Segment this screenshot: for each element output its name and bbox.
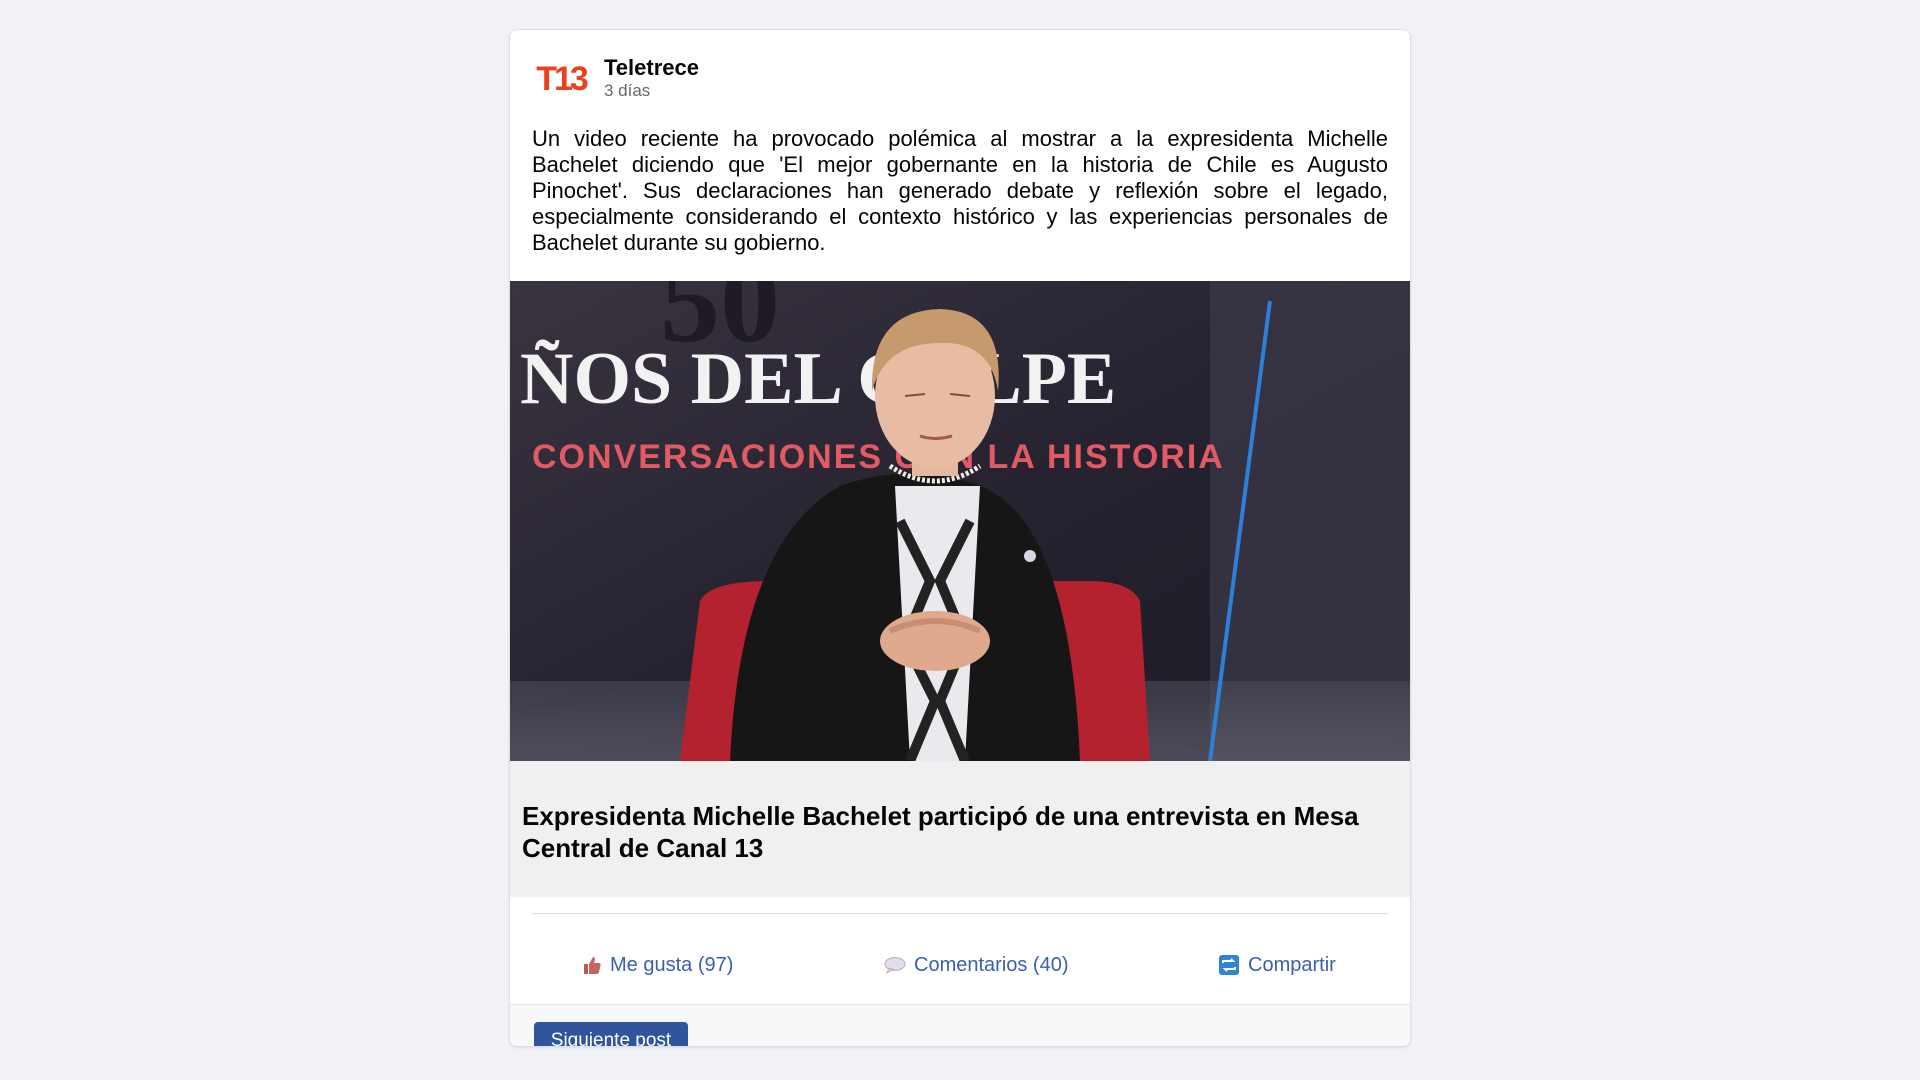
post-header: T13 Teletrece 3 días (532, 48, 699, 108)
interview-photo: 50 ÑOS DEL GOLPE CONVERSACIONES CON LA H… (510, 281, 1410, 761)
banner-line-1: ÑOS DEL GOLPE (520, 338, 1116, 420)
t13-logo-icon: T13 (536, 60, 588, 98)
share-icon (1218, 954, 1240, 976)
logo-text: T13 (536, 60, 588, 98)
post-body-text: Un video reciente ha provocado polémica … (532, 126, 1388, 255)
like-label: Me gusta (97) (610, 953, 734, 976)
post-image[interactable]: 50 ÑOS DEL GOLPE CONVERSACIONES CON LA H… (510, 281, 1410, 761)
speech-bubble-icon (884, 955, 906, 975)
t13-logo-avatar[interactable]: T13 (532, 49, 590, 107)
share-button[interactable]: Compartir (1218, 947, 1336, 983)
next-post-button[interactable]: Siguiente post (534, 1022, 688, 1046)
actions-divider (532, 913, 1388, 914)
link-preview-title[interactable]: Expresidenta Michelle Bachelet participó… (522, 800, 1398, 864)
author-block: Teletrece 3 días (604, 55, 699, 101)
banner-line-2: CONVERSACIONES CON LA HISTORIA (532, 438, 1225, 476)
thumbs-up-icon (582, 955, 602, 975)
post-timestamp: 3 días (604, 81, 651, 100)
comment-button[interactable]: Comentarios (40) (884, 947, 1069, 983)
share-label: Compartir (1248, 953, 1336, 976)
post-card: T13 Teletrece 3 días Un video reciente h… (509, 29, 1411, 1047)
like-button[interactable]: Me gusta (97) (582, 947, 733, 983)
post-actions: Me gusta (97) Comentarios (40) Compartir (510, 947, 1410, 983)
comment-label: Comentarios (40) (914, 953, 1069, 976)
author-name[interactable]: Teletrece (604, 55, 699, 81)
